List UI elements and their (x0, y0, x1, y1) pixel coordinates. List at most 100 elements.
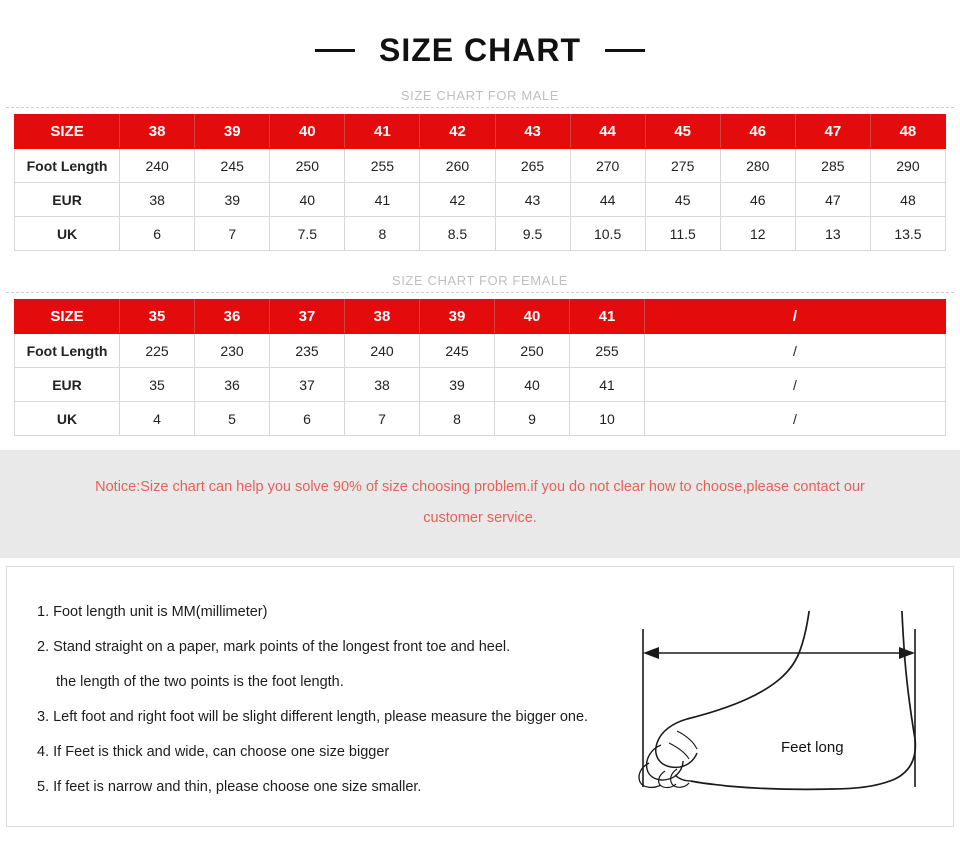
list-item: 5. If feet is narrow and thin, please ch… (37, 779, 422, 795)
male-foot-length-cell: 280 (719, 148, 796, 183)
male-eur-cell: 38 (119, 182, 196, 217)
female-foot-length-empty-cell: / (644, 333, 946, 368)
title-left-dash-icon (315, 48, 355, 52)
male-size-cell: 45 (644, 114, 721, 149)
list-item: 3. Left foot and right foot will be slig… (37, 709, 589, 725)
male-section-label: SIZE CHART FOR MALE (400, 88, 560, 103)
page-title: SIZE CHART (379, 32, 581, 68)
male-uk-cell: 13.5 (869, 216, 947, 251)
table-row: SIZE 38 39 40 41 42 43 44 45 46 47 48 (13, 114, 947, 149)
female-eur-cell: 37 (269, 367, 345, 402)
male-foot-length-cell: 290 (869, 148, 947, 183)
female-row-label-uk: UK (14, 401, 120, 436)
male-size-cell: 46 (719, 114, 796, 149)
title-right-dash-icon (605, 48, 645, 52)
female-size-cell: 35 (119, 299, 195, 334)
male-size-table: SIZE 38 39 40 41 42 43 44 45 46 47 48 Fo… (13, 114, 947, 251)
table-row: EUR 35 36 37 38 39 40 41 / (14, 367, 946, 402)
female-foot-length-cell: 240 (344, 333, 420, 368)
female-row-label-foot-length: Foot Length (14, 333, 120, 368)
male-eur-cell: 44 (569, 182, 646, 217)
female-eur-empty-cell: / (644, 367, 946, 402)
male-uk-cell: 8 (344, 216, 421, 251)
male-section-divider (6, 107, 954, 108)
foot-measurement-diagram: Feet long (615, 611, 945, 826)
female-uk-cell: 8 (419, 401, 495, 436)
male-uk-cell: 13 (794, 216, 871, 251)
table-row: Foot Length 240 245 250 255 260 265 270 … (13, 148, 947, 183)
female-foot-length-cell: 255 (569, 333, 645, 368)
female-section-label: SIZE CHART FOR FEMALE (391, 273, 569, 288)
male-table-wrap: SIZE 38 39 40 41 42 43 44 45 46 47 48 Fo… (0, 114, 960, 251)
instructions-box: 1. Foot length unit is MM(millimeter) 2.… (6, 566, 954, 827)
male-eur-cell: 47 (794, 182, 871, 217)
male-eur-cell: 45 (644, 182, 721, 217)
male-size-cell: 38 (119, 114, 196, 149)
male-uk-cell: 9.5 (494, 216, 571, 251)
male-foot-length-cell: 285 (794, 148, 871, 183)
table-row: SIZE 35 36 37 38 39 40 41 / (14, 299, 946, 334)
female-header-label: SIZE (14, 299, 120, 334)
list-item: the length of the two points is the foot… (56, 674, 344, 690)
male-eur-cell: 43 (494, 182, 571, 217)
notice-line-1: Notice:Size chart can help you solve 90%… (95, 479, 865, 495)
male-uk-cell: 7 (194, 216, 271, 251)
foot-diagram-svg (638, 611, 917, 791)
female-size-table: SIZE 35 36 37 38 39 40 41 / Foot Length … (14, 299, 946, 436)
female-foot-length-cell: 230 (194, 333, 270, 368)
table-row: Foot Length 225 230 235 240 245 250 255 … (14, 333, 946, 368)
male-foot-length-cell: 245 (194, 148, 271, 183)
feet-long-label: Feet long (781, 739, 844, 756)
female-row-label-eur: EUR (14, 367, 120, 402)
male-row-label-uk: UK (13, 216, 121, 251)
female-eur-cell: 40 (494, 367, 570, 402)
male-size-cell: 40 (269, 114, 346, 149)
female-foot-length-cell: 250 (494, 333, 570, 368)
female-size-cell: 38 (344, 299, 420, 334)
female-uk-cell: 6 (269, 401, 345, 436)
page-title-row: SIZE CHART (0, 0, 960, 66)
female-size-cell: 36 (194, 299, 270, 334)
table-row: EUR 38 39 40 41 42 43 44 45 46 47 48 (13, 182, 947, 217)
male-eur-cell: 39 (194, 182, 271, 217)
notice-band: Notice:Size chart can help you solve 90%… (0, 450, 960, 558)
male-size-cell: 48 (869, 114, 947, 149)
male-eur-cell: 46 (719, 182, 796, 217)
male-uk-cell: 10.5 (569, 216, 646, 251)
female-eur-cell: 35 (119, 367, 195, 402)
male-foot-length-cell: 265 (494, 148, 571, 183)
female-size-cell: 41 (569, 299, 645, 334)
male-header-label: SIZE (13, 114, 121, 149)
female-size-cell: 39 (419, 299, 495, 334)
female-size-empty-cell: / (644, 299, 946, 334)
female-eur-cell: 39 (419, 367, 495, 402)
female-uk-cell: 7 (344, 401, 420, 436)
female-eur-cell: 38 (344, 367, 420, 402)
female-uk-cell: 10 (569, 401, 645, 436)
male-uk-cell: 6 (119, 216, 196, 251)
male-row-label-foot-length: Foot Length (13, 148, 121, 183)
female-size-cell: 37 (269, 299, 345, 334)
female-size-cell: 40 (494, 299, 570, 334)
male-uk-cell: 12 (719, 216, 796, 251)
male-eur-cell: 40 (269, 182, 346, 217)
female-foot-length-cell: 235 (269, 333, 345, 368)
list-item: 4. If Feet is thick and wide, can choose… (37, 744, 390, 760)
male-size-cell: 47 (794, 114, 871, 149)
list-item: 1. Foot length unit is MM(millimeter) (37, 604, 268, 620)
male-foot-length-cell: 255 (344, 148, 421, 183)
male-foot-length-cell: 270 (569, 148, 646, 183)
table-row: UK 4 5 6 7 8 9 10 / (14, 401, 946, 436)
female-uk-cell: 9 (494, 401, 570, 436)
male-foot-length-cell: 260 (419, 148, 496, 183)
instructions-list: 1. Foot length unit is MM(millimeter) 2.… (37, 595, 697, 805)
male-size-cell: 41 (344, 114, 421, 149)
male-size-cell: 44 (569, 114, 646, 149)
notice-line-2: customer service. (423, 510, 537, 526)
size-chart-page: SIZE CHART SIZE CHART FOR MALE SIZE 38 3… (0, 0, 960, 854)
female-section-divider (6, 292, 954, 293)
female-eur-cell: 41 (569, 367, 645, 402)
male-row-label-eur: EUR (13, 182, 121, 217)
male-eur-cell: 48 (869, 182, 947, 217)
male-eur-cell: 42 (419, 182, 496, 217)
